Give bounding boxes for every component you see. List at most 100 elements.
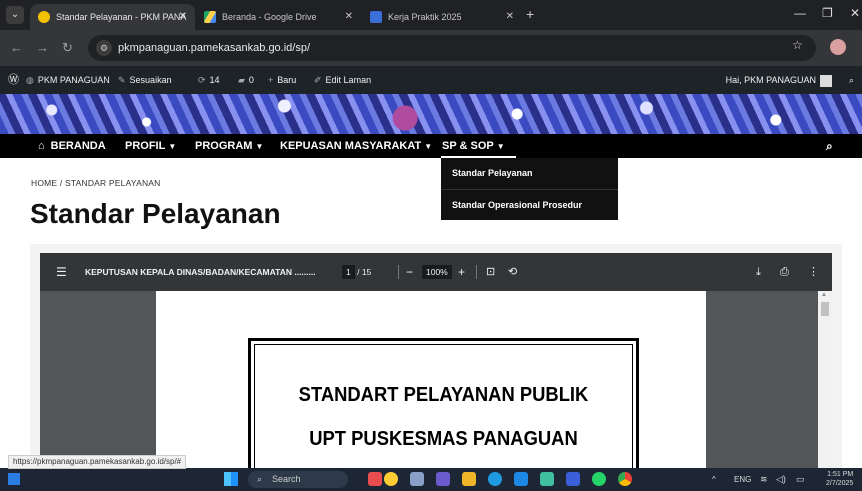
zoom-in-icon[interactable]: + [458, 253, 465, 291]
nav-program[interactable]: PROGRAM ▼ [195, 134, 263, 159]
nav-profil[interactable]: PROFIL ▼ [125, 134, 176, 159]
url-omnibox[interactable]: ⚙ pkmpanaguan.pamekasankab.go.id/sp/ [88, 35, 816, 61]
dashboard-icon: ◍ [26, 75, 34, 85]
rotate-icon[interactable]: ⟲ [508, 253, 517, 291]
forward-icon[interactable]: → [36, 40, 49, 55]
scroll-up-arrow-icon[interactable]: ▲ [821, 292, 827, 298]
nav-beranda[interactable]: ⌂ BERANDA [38, 134, 106, 158]
taskbar-app-icon[interactable] [368, 472, 382, 486]
chrome-icon[interactable] [618, 472, 632, 486]
admin-account[interactable]: Hai, PKM PANAGUAN [726, 66, 832, 94]
menu-item-standar-pelayanan[interactable]: Standar Pelayanan [441, 158, 618, 189]
system-clock[interactable]: 1:51 PM 2/7/2025 [826, 470, 853, 488]
new-tab-icon[interactable]: + [526, 6, 534, 22]
admin-updates[interactable]: ⟳ 14 [198, 66, 220, 94]
site-favicon-icon [38, 11, 50, 23]
download-icon[interactable]: ⤓ [756, 253, 761, 291]
start-menu-icon[interactable] [224, 472, 238, 486]
teams-icon[interactable] [436, 472, 450, 486]
tab-label: Beranda - Google Drive [222, 12, 317, 22]
admin-site-label: PKM PANAGUAN [37, 75, 110, 85]
restore-icon[interactable]: ❐ [822, 6, 833, 20]
site-info-icon[interactable]: ⚙ [96, 40, 112, 56]
address-bar-row: ← → ↻ ⚙ pkmpanaguan.pamekasankab.go.id/s… [0, 30, 862, 66]
bookmark-star-icon[interactable]: ☆ [792, 38, 803, 52]
admin-avatar [820, 74, 832, 87]
home-icon: ⌂ [38, 140, 45, 152]
tab-kerja-praktik[interactable]: Kerja Praktik 2025 ✕ [362, 4, 522, 30]
tab-close-icon[interactable]: ✕ [179, 4, 187, 30]
sp-sop-dropdown-menu: Standar Pelayanan Standar Operasional Pr… [441, 158, 618, 220]
tray-overflow-icon[interactable]: ^ [712, 468, 716, 491]
tab-label: Standar Pelayanan - PKM PANA [56, 12, 187, 22]
tab-label: Kerja Praktik 2025 [388, 12, 462, 22]
pdf-scrollbar[interactable] [818, 291, 832, 468]
taskbar-search[interactable]: ⌕ Search [248, 471, 348, 488]
toolbar-divider [398, 265, 399, 279]
windows-taskbar [0, 468, 862, 491]
search-icon: ⌕ [257, 474, 263, 484]
back-icon[interactable]: ← [10, 40, 23, 55]
nav-beranda-label: BERANDA [50, 140, 106, 152]
pdf-page-input[interactable]: 1 [342, 265, 355, 279]
search-icon[interactable]: ⌕ [826, 134, 833, 158]
taskbar-search-label: Search [272, 474, 301, 484]
taskbar-app-icon[interactable] [540, 472, 554, 486]
input-language[interactable]: ENG [734, 468, 751, 491]
nav-kepuasan-masyarakat[interactable]: KEPUASAN MASYARAKAT ▼ [280, 134, 432, 159]
clock-time: 1:51 PM [827, 471, 854, 478]
store-icon[interactable] [514, 472, 528, 486]
zoom-level-input[interactable]: 100% [422, 265, 452, 279]
admin-customize[interactable]: ✎ Sesuaikan [118, 66, 172, 94]
admin-new[interactable]: + Baru [268, 66, 296, 94]
edge-icon[interactable] [488, 472, 502, 486]
chevron-down-icon: ▼ [168, 142, 177, 151]
file-explorer-icon[interactable] [462, 472, 476, 486]
plus-icon: + [268, 75, 274, 85]
admin-site-name[interactable]: ◍ PKM PANAGUAN [26, 66, 110, 94]
tab-close-icon[interactable]: ✕ [345, 4, 353, 30]
print-icon[interactable]: ⎙ [780, 253, 789, 291]
taskbar-app-icon[interactable] [384, 472, 398, 486]
admin-customize-label: Sesuaikan [129, 75, 172, 85]
profile-avatar[interactable] [830, 39, 846, 55]
battery-icon[interactable]: ▭ [796, 468, 805, 491]
updates-icon: ⟳ [198, 75, 206, 85]
nav-profil-label: PROFIL [125, 140, 166, 152]
tab-close-icon[interactable]: ✕ [506, 4, 514, 30]
taskbar-app-icon[interactable] [566, 472, 580, 486]
admin-new-label: Baru [277, 75, 297, 85]
pdf-menu-icon[interactable]: ☰ [56, 253, 67, 291]
close-window-icon[interactable]: ✕ [850, 6, 860, 20]
brush-icon: ✎ [118, 75, 126, 85]
document-heading-line1: STANDART PELAYANAN PUBLIK [298, 384, 589, 406]
admin-edit-page[interactable]: ✐ Edit Laman [314, 66, 371, 94]
reload-icon[interactable]: ↻ [62, 40, 73, 56]
pdf-scrollbar-thumb[interactable] [821, 302, 829, 316]
document-heading-inner-frame [254, 344, 633, 474]
whatsapp-icon[interactable] [592, 472, 606, 486]
pencil-icon: ✐ [314, 75, 322, 85]
main-navigation: ⌂ BERANDA PROFIL ▼ PROGRAM ▼ KEPUASAN MASYA… [0, 134, 862, 158]
more-options-icon[interactable]: ⋮ [808, 253, 819, 291]
zoom-out-icon[interactable]: − [406, 253, 413, 291]
tab-standar-pelayanan[interactable]: Standar Pelayanan - PKM PANA ✕ [30, 4, 195, 30]
task-view-icon[interactable] [410, 472, 424, 486]
admin-search-icon[interactable]: ⌕ [849, 66, 854, 94]
volume-icon[interactable]: ◁) [776, 468, 786, 491]
comment-icon: ▰ [238, 75, 245, 85]
pdf-page-total: / 15 [357, 267, 372, 277]
wifi-icon[interactable]: ≋ [760, 468, 768, 491]
tab-google-drive[interactable]: Beranda - Google Drive ✕ [196, 4, 361, 30]
url-text[interactable]: pkmpanaguan.pamekasankab.go.id/sp/ [118, 35, 310, 61]
tab-search-menu-icon[interactable]: ⌄ [6, 6, 24, 24]
minimize-icon[interactable]: — [794, 6, 806, 20]
document-heading-line2: UPT PUSKESMAS PANAGUAN [309, 428, 578, 450]
widgets-icon[interactable] [8, 473, 20, 485]
menu-item-standar-operasional-prosedur[interactable]: Standar Operasional Prosedur [441, 189, 618, 220]
nav-program-label: PROGRAM [195, 140, 253, 152]
fit-page-icon[interactable]: ⊡ [486, 253, 495, 291]
wordpress-logo-icon[interactable]: Ⓦ [8, 66, 19, 94]
pdf-page-indicator: 1 / 15 [342, 253, 371, 291]
admin-comments[interactable]: ▰ 0 [238, 66, 254, 94]
